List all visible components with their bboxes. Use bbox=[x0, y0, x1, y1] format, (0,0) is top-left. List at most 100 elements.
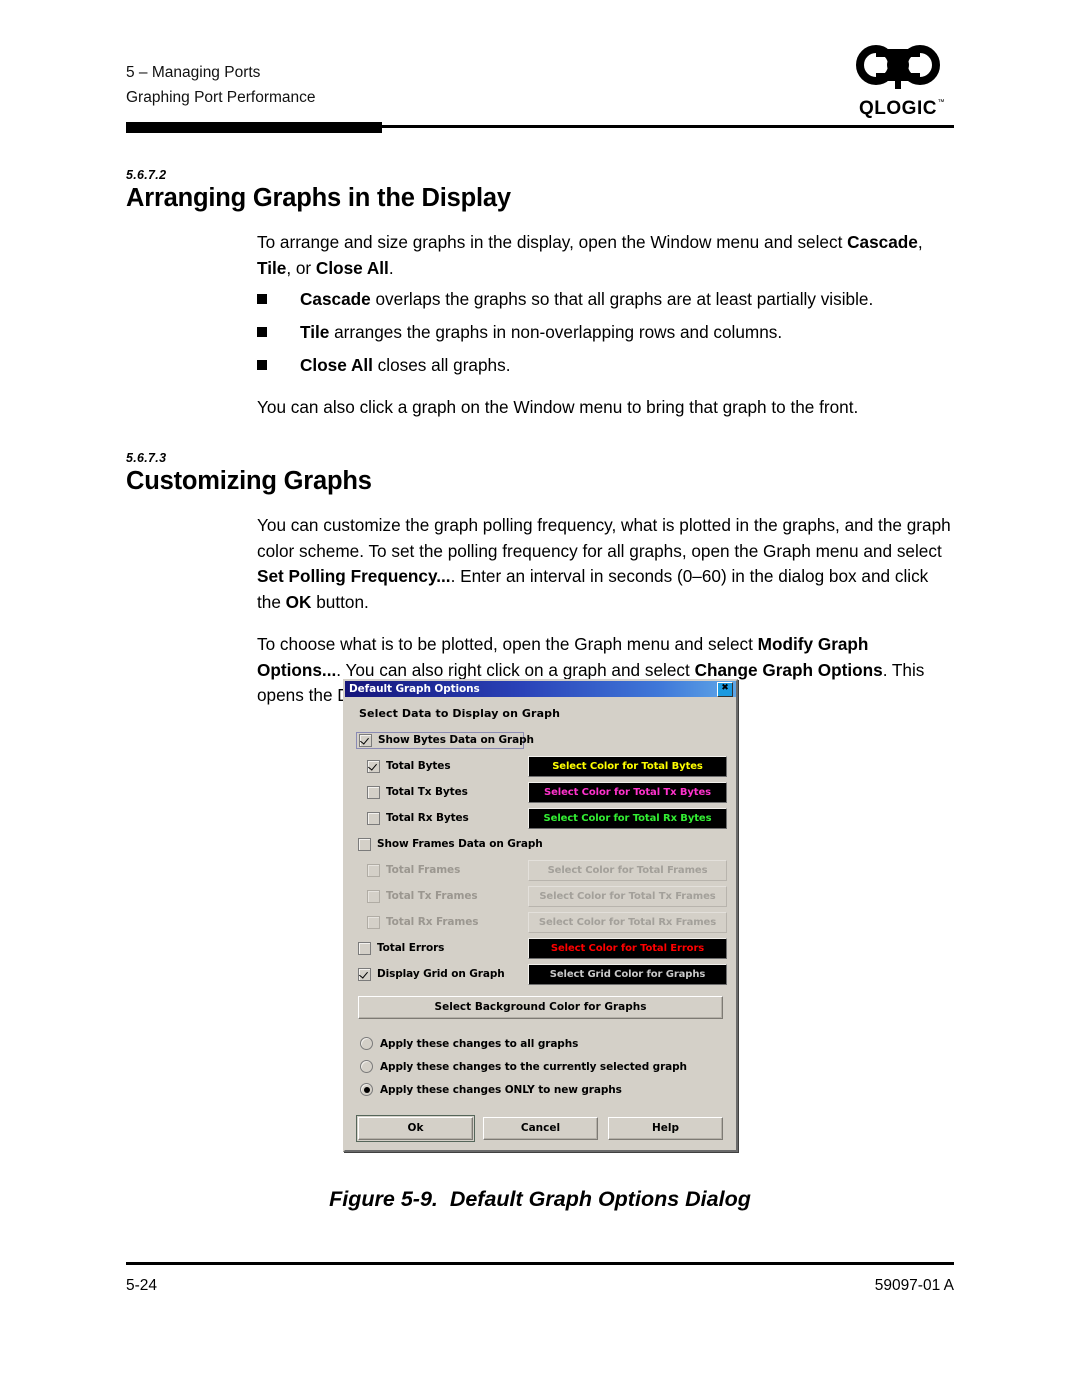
square-bullet-icon bbox=[257, 327, 267, 338]
page-number: 5-24 bbox=[126, 1277, 158, 1294]
option-row-total-frames: Total Frames Select Color for Total Fram… bbox=[354, 859, 727, 881]
bullet-term: Tile bbox=[300, 322, 330, 343]
option-row-display-grid: Display Grid on Graph Select Grid Color … bbox=[354, 963, 727, 985]
bullet-text: arranges the graphs in non-overlapping r… bbox=[329, 322, 783, 343]
bold-cascade: Cascade bbox=[847, 232, 918, 253]
option-row-total-bytes: Total Bytes Select Color for Total Bytes bbox=[354, 755, 727, 777]
dialog-body: Select Data to Display on Graph Show Byt… bbox=[345, 697, 736, 1150]
paragraph-arrange-intro: To arrange and size graphs in the displa… bbox=[257, 230, 956, 281]
select-color-total-tx-frames-button: Select Color for Total Tx Frames bbox=[528, 885, 727, 907]
radio-label: Apply these changes to the currently sel… bbox=[380, 1060, 687, 1073]
para-text: . bbox=[388, 257, 394, 278]
checkbox-icon[interactable] bbox=[367, 759, 380, 773]
radio-icon[interactable] bbox=[360, 1060, 373, 1073]
select-color-total-frames-button: Select Color for Total Frames bbox=[528, 859, 727, 881]
checkbox-label: Show Bytes Data on Graph bbox=[378, 734, 534, 746]
ok-button[interactable]: Ok bbox=[356, 1115, 475, 1142]
select-color-total-rx-frames-button: Select Color for Total Rx Frames bbox=[528, 911, 727, 933]
bold-close-all: Close All bbox=[315, 257, 389, 278]
dialog-section-title: Select Data to Display on Graph bbox=[359, 707, 561, 720]
figure-caption: Figure 5-9. Default Graph Options Dialog bbox=[0, 1187, 1080, 1212]
figure-caption-text: Default Graph Options Dialog bbox=[449, 1187, 751, 1211]
header-chapter-line: 5 – Managing Ports bbox=[126, 64, 261, 81]
para-text: You can customize the graph polling freq… bbox=[257, 515, 951, 561]
radio-apply-selected-graph[interactable]: Apply these changes to the currently sel… bbox=[360, 1055, 727, 1078]
dialog-title: Default Graph Options bbox=[349, 683, 480, 695]
checkbox-show-bytes-data-on-graph[interactable]: Show Bytes Data on Graph bbox=[356, 731, 534, 749]
page-footer: 5-24 59097-01 A bbox=[126, 1277, 954, 1295]
checkbox-icon[interactable] bbox=[359, 733, 372, 747]
qlogic-mark-icon bbox=[856, 45, 940, 89]
radio-apply-all-graphs[interactable]: Apply these changes to all graphs bbox=[360, 1032, 727, 1055]
checkbox-total-bytes[interactable]: Total Bytes bbox=[354, 759, 528, 773]
close-icon[interactable]: ✖ bbox=[717, 682, 733, 697]
apply-scope-radio-group: Apply these changes to all graphs Apply … bbox=[360, 1032, 727, 1101]
page-header: 5 – Managing Ports Graphing Port Perform… bbox=[126, 45, 954, 119]
bullet-text: closes all graphs. bbox=[372, 355, 511, 376]
radio-apply-new-graphs[interactable]: Apply these changes ONLY to new graphs bbox=[360, 1078, 727, 1101]
checkbox-icon bbox=[367, 863, 380, 877]
list-item: Close All closes all graphs. bbox=[257, 353, 956, 378]
checkbox-icon[interactable] bbox=[358, 967, 371, 981]
dialog-button-bar: Ok Cancel Help bbox=[356, 1115, 723, 1142]
checkbox-label: Total Frames bbox=[386, 864, 461, 876]
checkbox-total-rx-bytes[interactable]: Total Rx Bytes bbox=[354, 811, 528, 825]
select-color-total-tx-bytes-button[interactable]: Select Color for Total Tx Bytes bbox=[528, 781, 727, 803]
square-bullet-icon bbox=[257, 360, 267, 371]
checkbox-show-frames-data-on-graph[interactable]: Show Frames Data on Graph bbox=[354, 837, 543, 851]
default-graph-options-dialog: Default Graph Options ✖ Select Data to D… bbox=[343, 679, 738, 1152]
select-grid-color-button[interactable]: Select Grid Color for Graphs bbox=[528, 963, 727, 985]
checkbox-label: Total Tx Bytes bbox=[386, 786, 468, 798]
checkbox-label: Total Tx Frames bbox=[386, 890, 478, 902]
para-text: button. bbox=[311, 591, 369, 612]
square-bullet-icon bbox=[257, 294, 267, 305]
checkbox-display-grid-on-graph[interactable]: Display Grid on Graph bbox=[354, 967, 528, 981]
radio-icon[interactable] bbox=[360, 1083, 373, 1096]
checkbox-icon[interactable] bbox=[358, 837, 371, 851]
radio-icon[interactable] bbox=[360, 1037, 373, 1050]
bullet-term: Close All bbox=[300, 355, 373, 376]
paragraph-window-menu-note: You can also click a graph on the Window… bbox=[257, 397, 859, 418]
section-heading-arranging-graphs: Arranging Graphs in the Display bbox=[126, 184, 511, 212]
option-row-total-rx-frames: Total Rx Frames Select Color for Total R… bbox=[354, 911, 727, 933]
header-breadcrumb: 5 – Managing Ports Graphing Port Perform… bbox=[126, 60, 954, 110]
checkbox-label: Show Frames Data on Graph bbox=[377, 838, 543, 850]
checkbox-icon[interactable] bbox=[367, 811, 380, 825]
checkbox-total-tx-bytes[interactable]: Total Tx Bytes bbox=[354, 785, 528, 799]
para-text: , bbox=[917, 232, 923, 253]
checkbox-icon[interactable] bbox=[358, 941, 371, 955]
dialog-titlebar: Default Graph Options ✖ bbox=[345, 681, 736, 697]
page-content: 5.6.7.2 Arranging Graphs in the Display … bbox=[126, 168, 956, 723]
para-text: To arrange and size graphs in the displa… bbox=[257, 232, 848, 253]
bullet-term: Cascade bbox=[300, 289, 371, 310]
cancel-button[interactable]: Cancel bbox=[483, 1117, 598, 1140]
paragraph-polling-frequency: You can customize the graph polling freq… bbox=[257, 513, 956, 615]
help-button[interactable]: Help bbox=[608, 1117, 723, 1140]
checkbox-label: Total Bytes bbox=[386, 760, 451, 772]
option-row-total-rx-bytes: Total Rx Bytes Select Color for Total Rx… bbox=[354, 807, 727, 829]
footer-rule bbox=[126, 1262, 954, 1265]
list-item: Cascade overlaps the graphs so that all … bbox=[257, 287, 956, 312]
section-heading-customizing-graphs: Customizing Graphs bbox=[126, 466, 372, 495]
select-background-color-button[interactable]: Select Background Color for Graphs bbox=[358, 996, 723, 1019]
option-row-total-tx-bytes: Total Tx Bytes Select Color for Total Tx… bbox=[354, 781, 727, 803]
document-number: 59097-01 A bbox=[874, 1277, 954, 1294]
header-section-line: Graphing Port Performance bbox=[126, 89, 316, 106]
trademark-symbol: ™ bbox=[937, 99, 945, 106]
select-color-total-rx-bytes-button[interactable]: Select Color for Total Rx Bytes bbox=[528, 807, 727, 829]
header-rule-accent bbox=[126, 122, 382, 133]
select-color-total-errors-button[interactable]: Select Color for Total Errors bbox=[528, 937, 727, 959]
checkbox-icon[interactable] bbox=[367, 785, 380, 799]
para-text: . You can also right click on a graph an… bbox=[336, 659, 695, 680]
qlogic-logo: QLOGIC ™ bbox=[842, 43, 954, 120]
select-color-total-bytes-button[interactable]: Select Color for Total Bytes bbox=[528, 755, 727, 777]
figure-caption-number: Figure 5-9. bbox=[329, 1187, 438, 1211]
checkbox-total-errors[interactable]: Total Errors bbox=[354, 941, 528, 955]
option-row-total-tx-frames: Total Tx Frames Select Color for Total T… bbox=[354, 885, 727, 907]
option-row-total-errors: Total Errors Select Color for Total Erro… bbox=[354, 937, 727, 959]
para-text: , or bbox=[286, 257, 316, 278]
bold-change-graph-options: Change Graph Options bbox=[694, 659, 883, 680]
section-number-5672: 5.6.7.2 bbox=[126, 168, 167, 182]
radio-label: Apply these changes ONLY to new graphs bbox=[380, 1083, 622, 1096]
bold-tile: Tile bbox=[257, 257, 287, 278]
